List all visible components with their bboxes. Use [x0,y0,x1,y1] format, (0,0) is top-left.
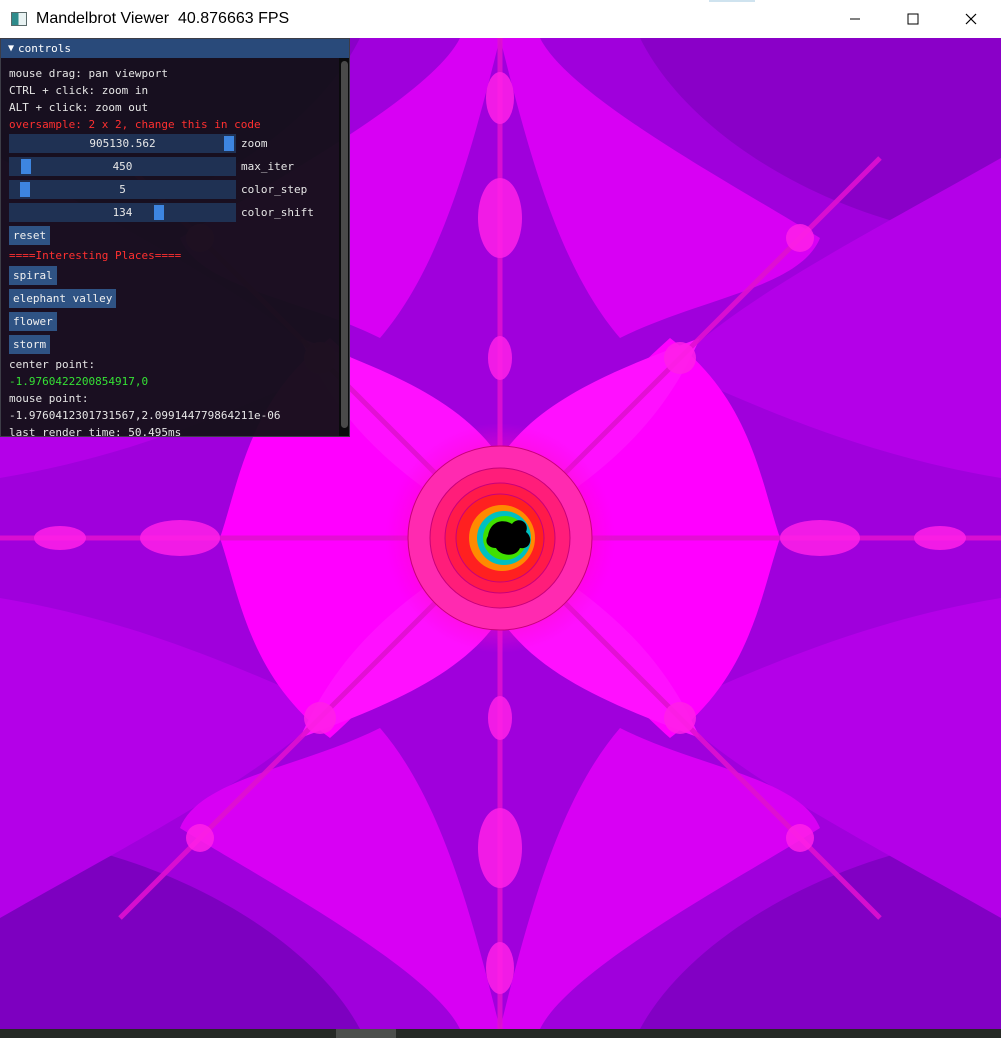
close-icon [965,13,977,25]
zoom-value: 905130.562 [89,137,156,150]
places-heading: ====Interesting Places==== [9,249,182,262]
help-zoom-in: CTRL + click: zoom in [9,84,149,97]
minimize-button[interactable] [826,0,884,38]
maximize-icon [907,13,919,25]
mouse-point-label: mouse point: [9,392,89,405]
max-iter-value: 450 [112,160,133,173]
color-shift-value: 134 [112,206,133,219]
title-bar: Mandelbrot Viewer 40.876663 FPS [0,0,1001,38]
close-button[interactable] [942,0,1000,38]
zoom-label: zoom [241,137,268,150]
panel-scrollbar[interactable] [339,58,349,436]
app-icon [11,12,27,26]
mouse-point-value: -1.9760412301731567,2.099144779864211e-0… [9,409,281,422]
place-spiral-button[interactable]: spiral [9,266,57,285]
color-step-value: 5 [119,183,126,196]
max-iter-slider[interactable]: 450 [9,157,236,176]
maximize-button[interactable] [884,0,942,38]
panel-header[interactable]: ▼ controls [1,39,349,58]
panel-scrollbar-thumb[interactable] [341,61,348,428]
zoom-slider[interactable]: 905130.562 [9,134,236,153]
color-shift-label: color_shift [241,206,314,219]
oversample-note: oversample: 2 x 2, change this in code [9,118,261,131]
panel-title: controls [18,42,72,55]
render-time: last render time: 50.495ms [9,426,182,436]
place-flower-button[interactable]: flower [9,312,57,331]
controls-panel[interactable]: ▼ controls mouse drag: pan viewport CTRL… [0,38,350,437]
taskbar-segment [336,1029,396,1038]
color-shift-slider[interactable]: 134 [9,203,236,222]
max-iter-label: max_iter [241,160,294,173]
help-zoom-out: ALT + click: zoom out [9,101,149,114]
title-accent [709,0,755,2]
help-pan: mouse drag: pan viewport [9,67,168,80]
center-point-label: center point: [9,358,96,371]
place-storm-button[interactable]: storm [9,335,51,354]
color-step-slider[interactable]: 5 [9,180,236,199]
panel-content: mouse drag: pan viewport CTRL + click: z… [1,58,349,436]
window-title: Mandelbrot Viewer 40.876663 FPS [36,10,290,27]
taskbar-strip [0,1029,1001,1038]
minimize-icon [850,18,860,20]
reset-button[interactable]: reset [9,226,51,245]
place-elephant-valley-button[interactable]: elephant valley [9,289,117,308]
collapse-arrow-icon[interactable]: ▼ [8,43,14,54]
center-point-value: -1.9760422200854917,0 [9,375,149,388]
color-step-label: color_step [241,183,308,196]
